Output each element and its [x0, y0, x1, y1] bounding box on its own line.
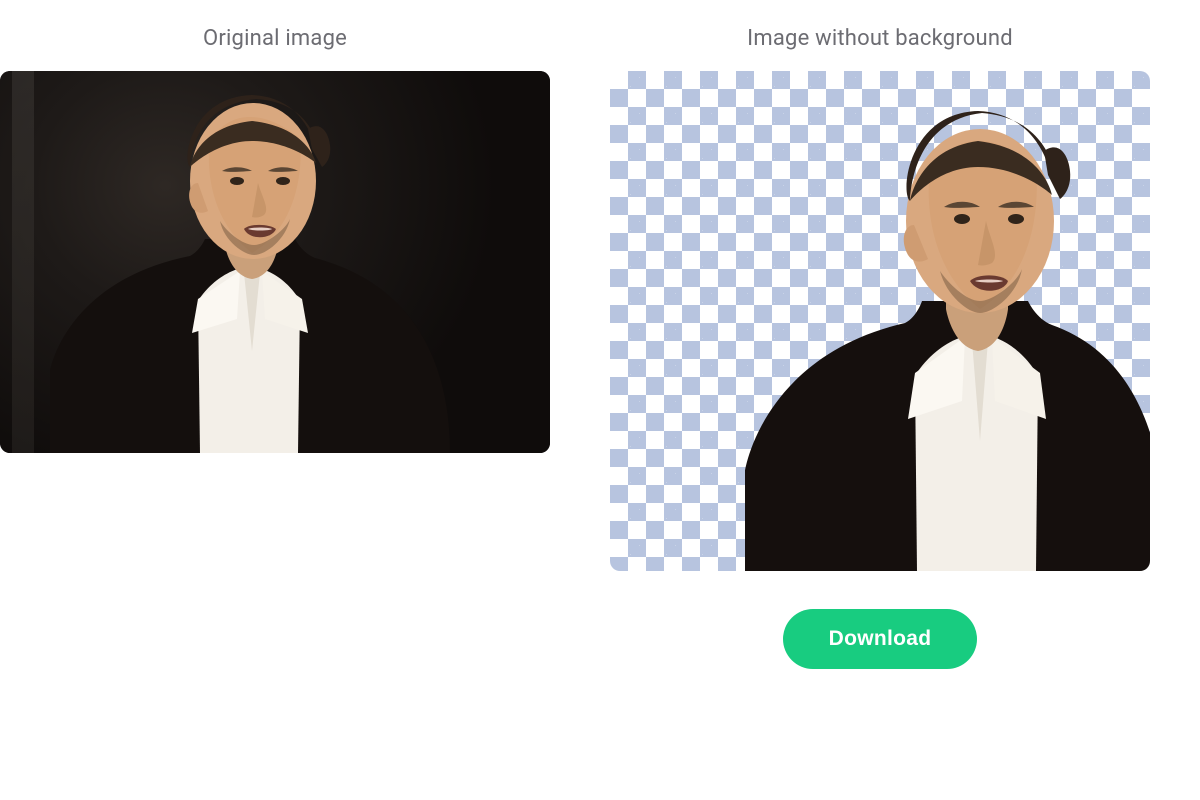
original-subject-illustration	[40, 71, 460, 453]
result-subject-illustration	[740, 71, 1150, 571]
result-image-panel: Image without background	[610, 0, 1150, 669]
original-image	[0, 71, 550, 453]
result-image	[610, 71, 1150, 571]
original-image-title: Original image	[0, 0, 550, 71]
download-button[interactable]: Download	[783, 609, 978, 669]
download-row: Download	[610, 609, 1150, 669]
result-image-title: Image without background	[610, 0, 1150, 71]
original-image-background-highlight	[12, 71, 34, 453]
original-image-panel: Original image	[0, 0, 550, 669]
